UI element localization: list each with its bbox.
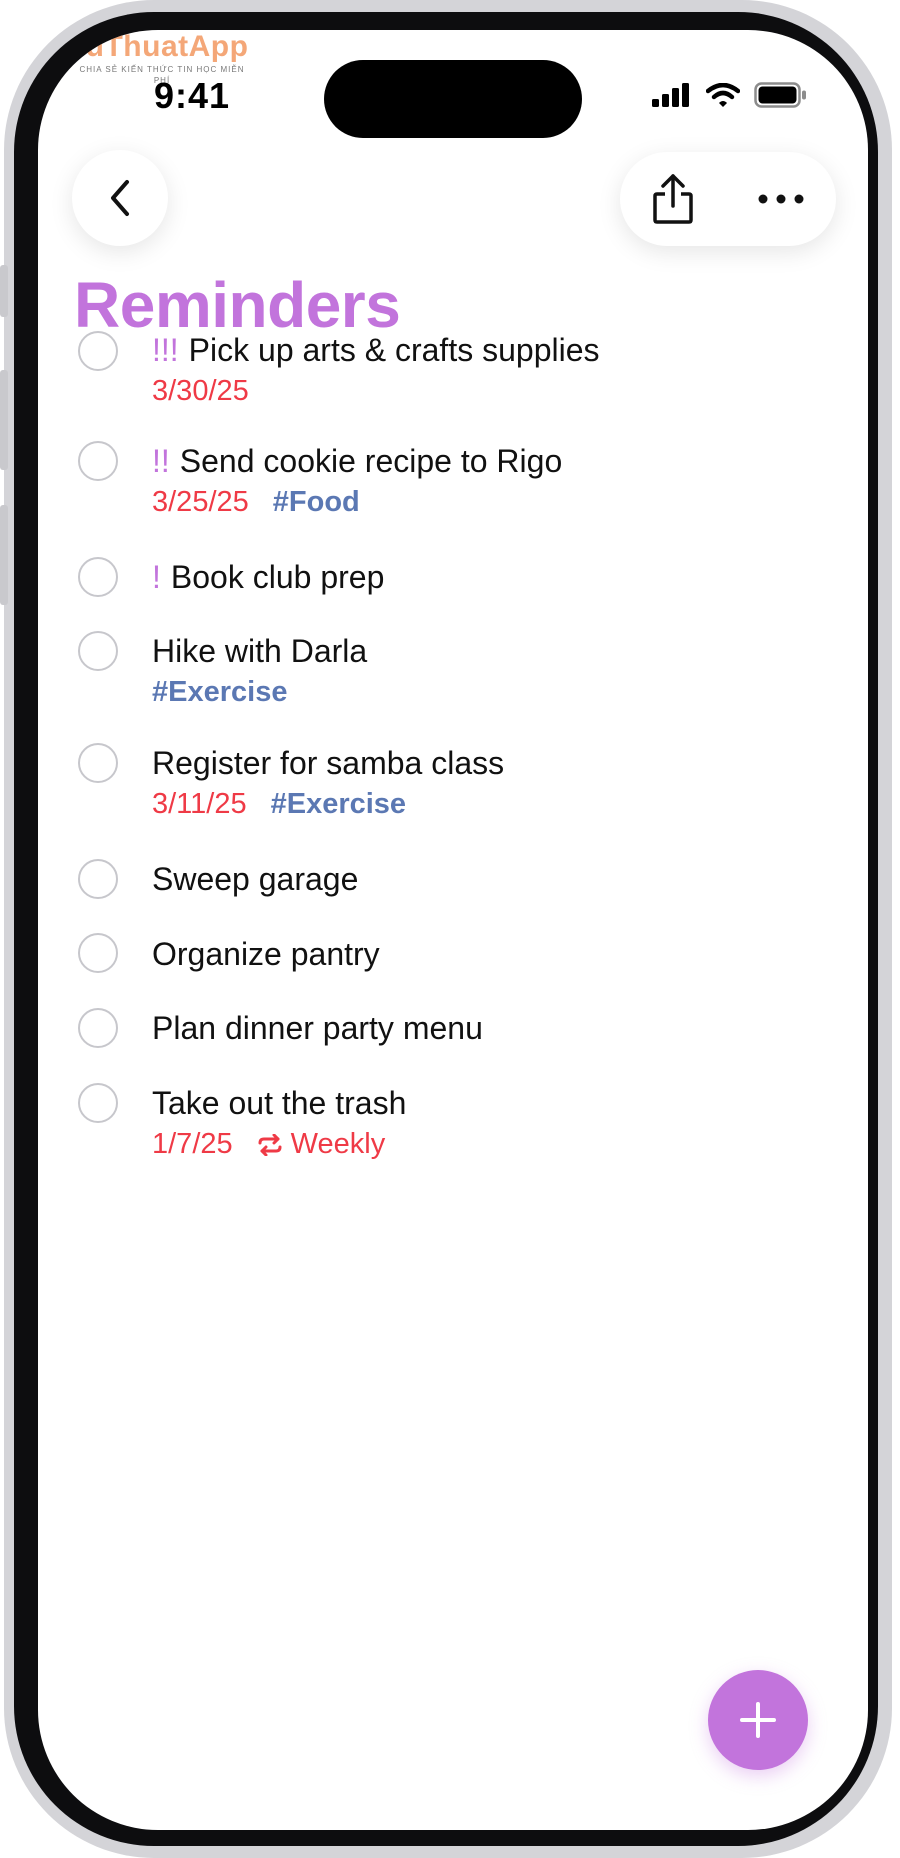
volume-down-button xyxy=(0,505,8,605)
action-button xyxy=(0,265,8,317)
repeat-icon xyxy=(258,1133,282,1156)
complete-checkbox[interactable] xyxy=(78,1008,118,1048)
reminder-meta: #Exercise xyxy=(152,676,287,709)
more-button[interactable] xyxy=(757,193,805,205)
reminder-title[interactable]: !!! Pick up arts & crafts supplies xyxy=(152,332,600,369)
status-time: 9:41 xyxy=(154,75,231,116)
tag[interactable]: #Exercise xyxy=(271,788,406,821)
plus-icon xyxy=(740,1702,776,1738)
reminder-title[interactable]: Register for samba class xyxy=(152,745,504,782)
volume-up-button xyxy=(0,370,8,470)
reminder-title[interactable]: ! Book club prep xyxy=(152,559,384,596)
priority-marker: !!! xyxy=(152,332,179,368)
tag[interactable]: #Exercise xyxy=(152,676,287,709)
watermark-brand: ThuThuatApp xyxy=(48,30,249,63)
due-date: 3/30/25 xyxy=(152,375,249,407)
share-icon xyxy=(653,174,693,224)
reminder-title[interactable]: Take out the trash xyxy=(152,1085,406,1122)
reminder-title[interactable]: Plan dinner party menu xyxy=(152,1010,483,1047)
chevron-left-icon xyxy=(111,180,129,216)
complete-checkbox[interactable] xyxy=(78,631,118,671)
tag[interactable]: #Food xyxy=(273,486,360,519)
ellipsis-icon xyxy=(758,194,804,204)
complete-checkbox[interactable] xyxy=(78,331,118,371)
reminder-meta: 3/11/25 #Exercise xyxy=(152,788,406,821)
complete-checkbox[interactable] xyxy=(78,743,118,783)
page-title: Reminders xyxy=(74,269,401,341)
add-reminder-button[interactable] xyxy=(708,1670,808,1770)
wifi-icon xyxy=(706,83,740,107)
complete-checkbox[interactable] xyxy=(78,557,118,597)
share-button[interactable] xyxy=(651,172,695,226)
battery-icon xyxy=(754,82,806,108)
reminder-title[interactable]: Sweep garage xyxy=(152,861,358,898)
dynamic-island xyxy=(324,60,582,138)
status-icons xyxy=(652,82,808,108)
reminder-title[interactable]: Hike with Darla xyxy=(152,633,367,670)
screen: ThuThuatApp CHIA SẺ KIẾN THỨC TIN HỌC MI… xyxy=(38,30,868,1830)
due-date: 3/11/25 xyxy=(152,788,247,820)
reminder-meta: 3/30/25 xyxy=(152,375,273,408)
back-button[interactable] xyxy=(72,150,168,246)
cellular-signal-icon xyxy=(652,83,689,107)
toolbar-actions xyxy=(620,152,836,246)
complete-checkbox[interactable] xyxy=(78,1083,118,1123)
priority-marker: ! xyxy=(152,559,161,595)
reminder-meta: 3/25/25 #Food xyxy=(152,486,360,519)
complete-checkbox[interactable] xyxy=(78,859,118,899)
complete-checkbox[interactable] xyxy=(78,441,118,481)
reminder-title[interactable]: Organize pantry xyxy=(152,936,380,973)
repeat-label: Weekly xyxy=(290,1128,386,1160)
reminder-meta: 1/7/25 Weekly xyxy=(152,1128,385,1161)
due-date: 1/7/25 xyxy=(152,1128,233,1160)
complete-checkbox[interactable] xyxy=(78,933,118,973)
priority-marker: !! xyxy=(152,443,170,479)
repeat-indicator: Weekly xyxy=(257,1128,386,1161)
due-date: 3/25/25 xyxy=(152,486,249,518)
reminder-title[interactable]: !! Send cookie recipe to Rigo xyxy=(152,443,562,480)
